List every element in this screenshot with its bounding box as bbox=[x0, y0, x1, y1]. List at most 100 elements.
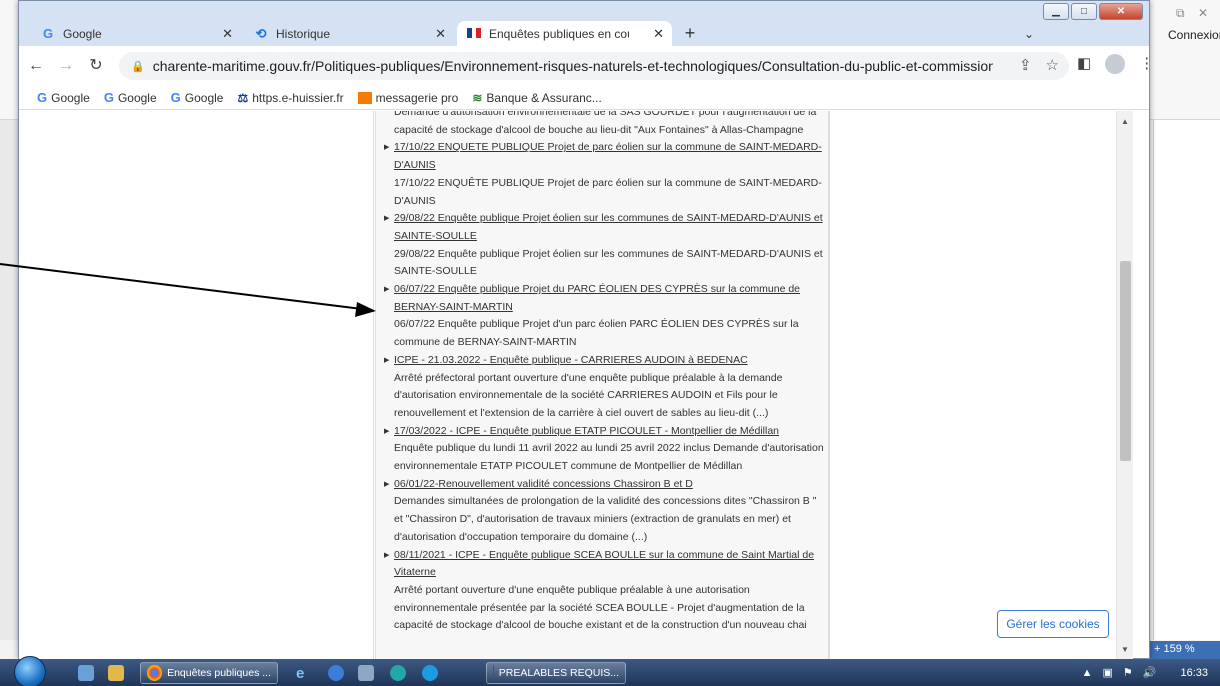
back-icon[interactable]: ← bbox=[23, 53, 49, 79]
list-item: ▶ 06/07/22 Enquête publique Projet du PA… bbox=[384, 281, 824, 352]
tab-title: Google bbox=[63, 26, 102, 41]
scrollbar-thumb[interactable] bbox=[1120, 261, 1131, 461]
bullet-icon: ▶ bbox=[384, 551, 390, 559]
close-window-button[interactable]: ✕ bbox=[1099, 3, 1143, 20]
app-icon[interactable] bbox=[322, 662, 350, 684]
list-item: ▶ 06/01/22-Renouvellement validité conce… bbox=[384, 476, 824, 547]
entry-description: 17/10/22 ENQUÊTE PUBLIQUE Projet de parc… bbox=[394, 176, 822, 207]
bookmark-google-2[interactable]: G Google bbox=[104, 90, 157, 105]
entry-link[interactable]: 17/03/2022 - ICPE - Enquête publique ETA… bbox=[384, 423, 824, 441]
flag-icon bbox=[467, 27, 481, 41]
menu-icon[interactable]: ⋮ bbox=[1139, 54, 1154, 74]
browser-toolbar: ← → ↻ 🔒 charente-maritime.gouv.fr/Politi… bbox=[19, 46, 1154, 86]
entry-link[interactable]: 08/11/2021 - ICPE - Enquête publique SCE… bbox=[384, 547, 824, 582]
bullet-icon: ▶ bbox=[384, 356, 390, 364]
entry-link[interactable]: 29/08/22 Enquête publique Projet éolien … bbox=[384, 210, 824, 245]
taskbar-label: PREALABLES REQUIS... bbox=[498, 667, 619, 679]
bullet-icon: ▶ bbox=[384, 286, 390, 294]
tab-google[interactable]: G Google ✕ bbox=[31, 21, 241, 46]
list-item: ▶ 17/10/22 ENQUETE PUBLIQUE Projet de pa… bbox=[384, 139, 824, 210]
profile-avatar[interactable] bbox=[1105, 54, 1126, 74]
flag-tray-icon[interactable]: ⚑ bbox=[1123, 666, 1133, 679]
entry-description: Demande d'autorisation environnementale … bbox=[394, 111, 817, 136]
bookmark-label: messagerie pro bbox=[375, 90, 459, 105]
bullet-icon: ▶ bbox=[384, 215, 390, 223]
google-icon: G bbox=[103, 90, 114, 105]
list-item: ▶ ICPE - 21.03.2022 - Enquête publique -… bbox=[384, 352, 824, 423]
url-text[interactable]: charente-maritime.gouv.fr/Politiques-pub… bbox=[153, 58, 993, 74]
entry-link[interactable]: ICPE - 21.03.2022 - Enquête publique - C… bbox=[384, 352, 824, 370]
skype-icon[interactable] bbox=[416, 662, 444, 684]
zoom-in-icon[interactable]: + bbox=[1154, 643, 1160, 655]
window-controls: ▁ □ ✕ bbox=[1043, 3, 1143, 20]
forward-icon[interactable]: → bbox=[53, 53, 79, 79]
bookmark-label: https.e-huissier.fr bbox=[252, 90, 344, 105]
reload-icon[interactable]: ↻ bbox=[83, 53, 109, 79]
share-icon[interactable]: ⇪ bbox=[1019, 56, 1032, 74]
bookmark-huissier[interactable]: ⚖ https.e-huissier.fr bbox=[237, 91, 343, 105]
tab-title: Historique bbox=[276, 26, 331, 41]
close-icon[interactable]: ✕ bbox=[1198, 6, 1208, 20]
bullet-icon: ▶ bbox=[384, 427, 390, 435]
bookmark-google-3[interactable]: G Google bbox=[171, 90, 224, 105]
main-content: Demande d'autorisation environnementale … bbox=[375, 111, 829, 660]
bullet-icon: ▶ bbox=[384, 480, 390, 488]
maximize-button[interactable]: □ bbox=[1071, 3, 1097, 20]
bookmarks-bar: G Google G Google G Google ⚖ https.e-hui… bbox=[19, 86, 1149, 110]
zoom-value: 159 % bbox=[1163, 643, 1195, 655]
page-scrollbar[interactable]: ▲ ▼ bbox=[1116, 111, 1133, 660]
tab-strip: G Google ✕ ⟲ Historique ✕ Enquêtes publi… bbox=[19, 1, 1149, 46]
entry-description: Arrêté préfectoral portant ouverture d'u… bbox=[394, 371, 783, 419]
manage-cookies-button[interactable]: Gérer les cookies bbox=[997, 610, 1109, 638]
taskbar-word-window[interactable]: PREALABLES REQUIS... bbox=[486, 662, 626, 684]
lock-icon[interactable]: 🔒 bbox=[131, 60, 145, 73]
close-tab-icon[interactable]: ✕ bbox=[653, 26, 664, 42]
entry-description: Enquête publique du lundi 11 avril 2022 … bbox=[394, 442, 824, 473]
left-column bbox=[104, 111, 374, 660]
explorer-icon[interactable] bbox=[102, 662, 130, 684]
google-icon: G bbox=[170, 90, 181, 105]
google-icon: G bbox=[37, 90, 48, 105]
address-bar[interactable]: 🔒 charente-maritime.gouv.fr/Politiques-p… bbox=[119, 52, 1069, 80]
taskbar: Enquêtes publiques ... e PREALABLES REQU… bbox=[0, 656, 1220, 686]
page-viewport: Demande d'autorisation environnementale … bbox=[19, 111, 1133, 660]
tab-search-button[interactable]: ⌄ bbox=[1024, 27, 1034, 41]
tab-enquetes-publiques[interactable]: Enquêtes publiques en cours / C ✕ bbox=[457, 21, 672, 46]
new-tab-button[interactable]: + bbox=[679, 23, 701, 45]
word-document-pane bbox=[1153, 120, 1220, 640]
tray-expand-icon[interactable]: ▲ bbox=[1082, 667, 1093, 679]
entry-link[interactable]: 06/01/22-Renouvellement validité concess… bbox=[384, 476, 824, 494]
bookmark-label: Google bbox=[184, 90, 224, 105]
taskbar-chrome-window[interactable]: Enquêtes publiques ... bbox=[140, 662, 278, 684]
bank-icon: ≋ bbox=[472, 90, 483, 105]
start-button[interactable] bbox=[14, 656, 46, 686]
close-tab-icon[interactable]: ✕ bbox=[435, 26, 446, 42]
word-zoom-level[interactable]: + 159 % bbox=[1150, 641, 1220, 659]
clock[interactable]: 16:33 bbox=[1180, 667, 1208, 679]
show-desktop-icon[interactable] bbox=[72, 662, 100, 684]
connexion-link[interactable]: Connexion bbox=[1168, 28, 1220, 42]
network-icon[interactable]: ▣ bbox=[1102, 666, 1112, 679]
close-tab-icon[interactable]: ✕ bbox=[222, 26, 233, 42]
entry-link[interactable]: 17/10/22 ENQUETE PUBLIQUE Projet de parc… bbox=[384, 139, 824, 174]
restore-icon[interactable]: ⧉ bbox=[1176, 6, 1185, 21]
system-tray: ▲ ▣ ⚑ 🔊 16:33 bbox=[1070, 659, 1220, 686]
edge-icon[interactable] bbox=[384, 662, 412, 684]
tab-historique[interactable]: ⟲ Historique ✕ bbox=[244, 21, 454, 46]
entry-link[interactable]: 06/07/22 Enquête publique Projet du PARC… bbox=[384, 281, 824, 316]
volume-icon[interactable]: 🔊 bbox=[1143, 666, 1157, 679]
list-item: ▶ 17/03/2022 - ICPE - Enquête publique E… bbox=[384, 423, 824, 476]
ie-icon[interactable]: e bbox=[290, 662, 310, 684]
bookmark-star-icon[interactable]: ☆ bbox=[1046, 56, 1059, 74]
entry-description: 06/07/22 Enquête publique Projet d'un pa… bbox=[394, 318, 799, 349]
bookmark-google-1[interactable]: G Google bbox=[37, 90, 90, 105]
scroll-up-icon[interactable]: ▲ bbox=[1121, 117, 1129, 126]
bookmark-banque[interactable]: ≋ Banque & Assuranc... bbox=[472, 91, 601, 105]
bookmark-messagerie[interactable]: messagerie pro bbox=[357, 90, 459, 105]
calculator-icon[interactable] bbox=[352, 662, 380, 684]
entry-description: Arrêté portant ouverture d'une enquête p… bbox=[394, 583, 807, 632]
side-panel-icon[interactable]: ◧ bbox=[1077, 54, 1091, 74]
list-item: ▶ 29/08/22 Enquête publique Projet éolie… bbox=[384, 210, 824, 281]
scroll-down-icon[interactable]: ▼ bbox=[1121, 645, 1129, 654]
minimize-button[interactable]: ▁ bbox=[1043, 3, 1069, 20]
